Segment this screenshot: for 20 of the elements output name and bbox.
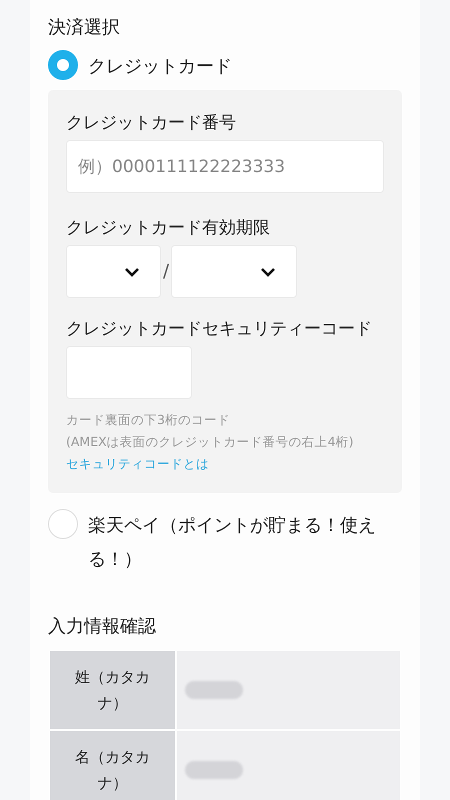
chevron-down-icon bbox=[124, 266, 140, 276]
radio-button[interactable] bbox=[48, 50, 78, 80]
field-label: クレジットカード番号 bbox=[66, 112, 237, 135]
field-label: クレジットカード有効期限 bbox=[66, 217, 271, 240]
chevron-down-icon bbox=[260, 266, 276, 276]
separator: / bbox=[163, 261, 170, 282]
help-text: カード裏面の下3桁のコード bbox=[66, 411, 231, 429]
year-select[interactable] bbox=[171, 245, 298, 298]
table-header-cell: 姓（カタカナ） bbox=[50, 651, 175, 729]
blurred-value bbox=[185, 761, 243, 779]
payment-option-label[interactable]: 楽天ペイ（ポイントが貯まる！使える！） bbox=[88, 509, 388, 577]
section-title: 入力情報確認 bbox=[48, 615, 157, 639]
section-title: 決済選択 bbox=[48, 16, 121, 40]
blurred-value bbox=[185, 681, 243, 699]
month-select[interactable] bbox=[66, 245, 161, 298]
payment-option-label[interactable]: クレジットカード bbox=[88, 50, 232, 84]
card-number-field[interactable]: 例）0000111122223333 bbox=[66, 140, 384, 193]
field-label: クレジットカードセキュリティーコード bbox=[66, 318, 373, 341]
table-header-cell: 名（カタカナ） bbox=[50, 731, 175, 800]
help-text: (AMEXは表面のクレジットカード番号の右上4桁) bbox=[66, 433, 355, 451]
